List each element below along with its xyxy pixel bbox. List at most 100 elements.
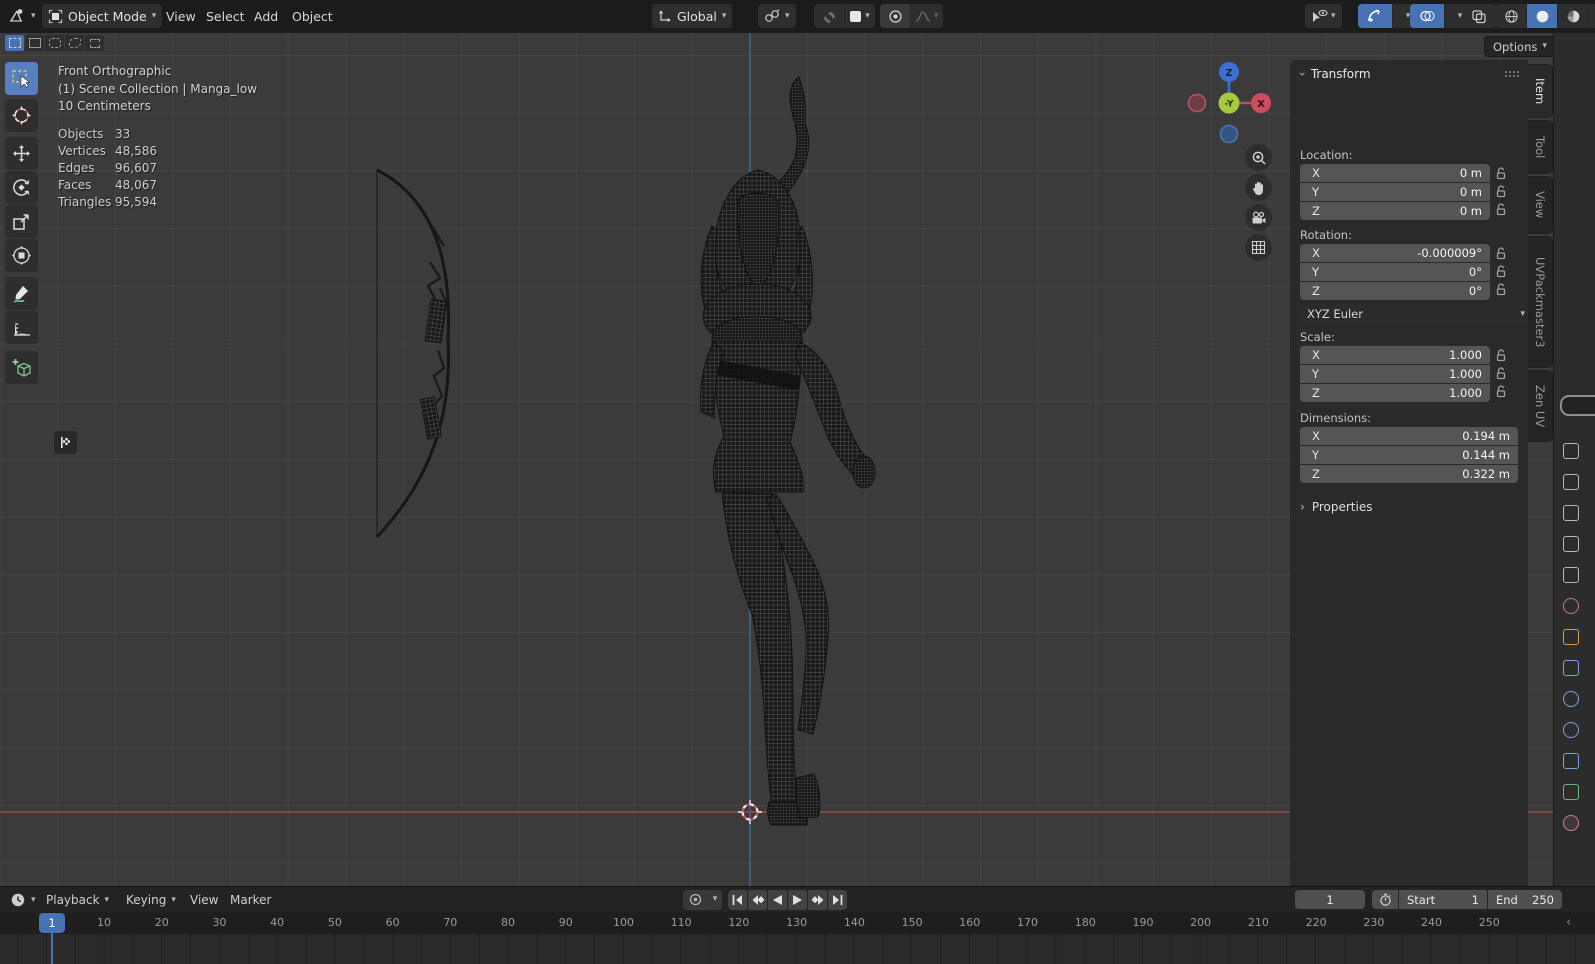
properties-tab-object-icon[interactable] <box>1563 629 1579 645</box>
panel-grip-icon[interactable] <box>1504 70 1520 77</box>
shading-material-button[interactable] <box>1557 4 1588 28</box>
auto-keying-toggle[interactable] <box>683 890 707 910</box>
gizmo-x-neg-axis[interactable] <box>1189 95 1206 112</box>
location-z-lock-icon[interactable] <box>1495 203 1507 216</box>
sidebar-tab-tool[interactable]: Tool <box>1528 120 1553 174</box>
properties-tab-render-icon[interactable] <box>1563 474 1579 490</box>
options-dropdown[interactable]: Options ▾ <box>1484 36 1556 57</box>
tool-scale-button[interactable] <box>5 205 38 238</box>
timeline-menu-view[interactable]: View <box>182 887 226 913</box>
select-tweak-button[interactable] <box>5 35 24 51</box>
transform-orientation-select[interactable]: Global ▾ <box>652 4 732 28</box>
toggle-perspective-button[interactable] <box>1245 234 1272 261</box>
properties-filter-pill[interactable] <box>1560 395 1595 416</box>
previous-keyframe-button[interactable] <box>748 890 767 910</box>
jump-to-end-button[interactable] <box>828 890 847 910</box>
play-reverse-button[interactable] <box>768 890 787 910</box>
rotation-x-field[interactable]: X-0.000009° <box>1300 244 1490 262</box>
rotation-y-field[interactable]: Y0° <box>1300 263 1490 281</box>
camera-view-button[interactable] <box>1245 204 1272 231</box>
properties-tab-constraints-icon[interactable] <box>1563 753 1579 769</box>
collapse-region-icon[interactable]: ‹ <box>1566 915 1571 930</box>
zoom-view-button[interactable] <box>1245 144 1272 171</box>
use-preview-range-toggle[interactable] <box>1372 890 1398 909</box>
snap-toggle[interactable] <box>814 4 844 28</box>
proportional-edit-toggle[interactable] <box>880 4 910 28</box>
select-intersect-button[interactable] <box>85 35 104 51</box>
show-gizmo-dropdown[interactable]: ▾ <box>1305 4 1342 28</box>
select-lasso-button[interactable] <box>65 35 84 51</box>
properties-tab-particles-icon[interactable] <box>1563 691 1579 707</box>
sidebar-tab-view[interactable]: View <box>1528 176 1553 234</box>
timeline-menu-keying[interactable]: Keying▾ <box>118 887 184 913</box>
location-y-field[interactable]: Y0 m <box>1300 183 1490 201</box>
select-circle-button[interactable] <box>45 35 64 51</box>
pan-view-button[interactable] <box>1245 174 1272 201</box>
rotation-x-lock-icon[interactable] <box>1495 247 1507 260</box>
tool-add-cube-button[interactable] <box>5 351 38 384</box>
menu-object[interactable]: Object <box>282 0 343 33</box>
dimensions-z-field[interactable]: Z0.322 m <box>1300 465 1518 483</box>
mode-selector[interactable]: Object Mode ▾ <box>42 4 162 28</box>
editor-type-button[interactable]: ▾ <box>4 4 40 28</box>
scale-x-lock-icon[interactable] <box>1495 349 1507 362</box>
end-frame-field[interactable]: End 250 <box>1488 890 1562 909</box>
sidebar-tab-item[interactable]: Item <box>1528 64 1553 118</box>
tool-annotate-button[interactable] <box>5 277 38 310</box>
properties-tab-modifiers-icon[interactable] <box>1563 660 1579 676</box>
dimensions-x-field[interactable]: X0.194 m <box>1300 427 1518 445</box>
shading-solid-button[interactable] <box>1526 4 1557 28</box>
snap-with-select[interactable]: ▾ <box>844 4 875 28</box>
tool-measure-button[interactable] <box>5 311 38 344</box>
timeline-menu-playback[interactable]: Playback▾ <box>38 887 117 913</box>
properties-tab-tool-icon[interactable] <box>1563 443 1579 459</box>
properties-tab-object-data-icon[interactable] <box>1563 784 1579 800</box>
tool-transform-button[interactable] <box>5 239 38 272</box>
scale-y-lock-icon[interactable] <box>1495 367 1507 380</box>
scale-x-field[interactable]: X1.000 <box>1300 346 1490 364</box>
shading-wireframe-button[interactable] <box>1496 4 1526 28</box>
tool-cursor-button[interactable] <box>5 99 38 132</box>
navigation-gizmo[interactable]: Z X -Y <box>1185 58 1285 153</box>
current-frame-field[interactable]: 1 <box>1295 890 1365 909</box>
location-x-field[interactable]: X0 m <box>1300 164 1490 182</box>
proportional-falloff-select[interactable]: ▾ <box>910 4 943 28</box>
rotation-z-lock-icon[interactable] <box>1495 283 1507 296</box>
location-x-lock-icon[interactable] <box>1495 167 1507 180</box>
viewport-marker-icon[interactable] <box>54 431 77 454</box>
start-frame-field[interactable]: Start 1 <box>1399 890 1487 909</box>
properties-tab-view-layer-icon[interactable] <box>1563 536 1579 552</box>
location-y-lock-icon[interactable] <box>1495 185 1507 198</box>
tool-rotate-button[interactable] <box>5 171 38 204</box>
rotation-mode-select[interactable]: XYZ Euler ▾ <box>1300 305 1532 323</box>
pivot-point-select[interactable]: ▾ <box>758 4 796 28</box>
transform-panel-header[interactable]: › Transform <box>1300 67 1371 81</box>
scale-y-field[interactable]: Y1.000 <box>1300 365 1490 383</box>
xray-toggle[interactable] <box>1462 4 1496 28</box>
properties-tab-scene-icon[interactable] <box>1563 567 1579 583</box>
scale-z-field[interactable]: Z1.000 <box>1300 384 1490 402</box>
playhead-line[interactable] <box>51 932 53 964</box>
location-z-field[interactable]: Z0 m <box>1300 202 1490 220</box>
current-frame-badge[interactable]: 1 <box>39 913 65 933</box>
dimensions-y-field[interactable]: Y0.144 m <box>1300 446 1518 464</box>
tool-select-box-button[interactable] <box>5 62 38 95</box>
properties-tab-material-icon[interactable] <box>1563 815 1579 831</box>
gizmo-z-neg-axis[interactable] <box>1221 126 1238 143</box>
sidebar-tab-uvpackmaster3[interactable]: UVPackmaster3 <box>1528 236 1553 368</box>
overlays-toggle[interactable] <box>1410 4 1444 28</box>
properties-tab-physics-icon[interactable] <box>1563 722 1579 738</box>
jump-to-start-button[interactable] <box>728 890 747 910</box>
timeline-menu-marker[interactable]: Marker <box>222 887 279 913</box>
select-box-button[interactable] <box>25 35 44 51</box>
rotation-z-field[interactable]: Z0° <box>1300 282 1490 300</box>
shading-rendered-button[interactable] <box>1588 4 1595 28</box>
timeline-ruler[interactable]: 1020304050607080901001101201301401501601… <box>0 912 1595 934</box>
scale-z-lock-icon[interactable] <box>1495 385 1507 398</box>
tool-move-button[interactable] <box>5 137 38 170</box>
timeline-track-area[interactable] <box>0 934 1595 964</box>
gizmos-toggle[interactable] <box>1358 4 1392 28</box>
auto-keying-caret[interactable]: ▾ <box>708 890 722 910</box>
properties-tab-output-icon[interactable] <box>1563 505 1579 521</box>
properties-tab-world-icon[interactable] <box>1563 598 1579 614</box>
